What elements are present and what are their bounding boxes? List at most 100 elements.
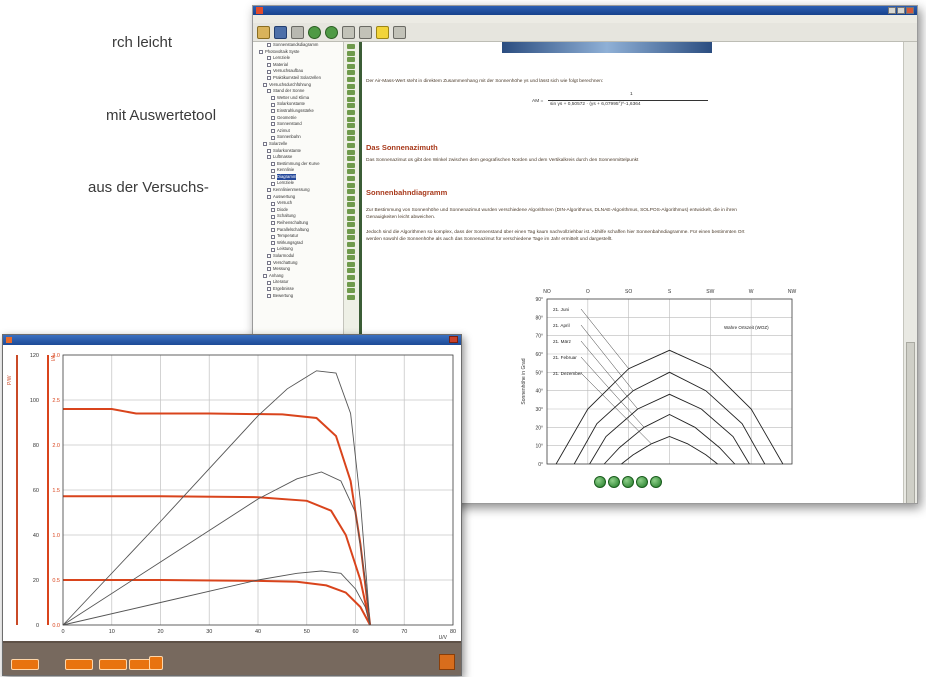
tree-node-icon[interactable]	[267, 63, 271, 68]
vertical-scrollbar[interactable]	[903, 42, 917, 503]
tree-node-icon[interactable]	[267, 280, 271, 285]
tree-item[interactable]: Solarmodul	[253, 253, 343, 260]
tree-node-icon[interactable]	[271, 214, 275, 219]
measurement-titlebar[interactable]	[3, 335, 461, 345]
tree-item[interactable]: Ergebnisse	[253, 286, 343, 293]
tree-item[interactable]: Messung	[253, 266, 343, 273]
tree-node-icon[interactable]	[263, 142, 267, 147]
tree-item[interactable]: Kennlinie	[253, 167, 343, 174]
tree-item[interactable]: Luftmasse	[253, 154, 343, 161]
tree-node-icon[interactable]	[267, 254, 271, 259]
start-button[interactable]	[149, 656, 163, 670]
tree-node-icon[interactable]	[267, 148, 271, 153]
tree-node-icon[interactable]	[271, 135, 275, 140]
tree-node-icon[interactable]	[267, 287, 271, 292]
tree-node-icon[interactable]	[267, 260, 271, 265]
tree-item[interactable]: Parallelschaltung	[253, 227, 343, 234]
tree-node-icon[interactable]	[271, 208, 275, 213]
tree-node-icon[interactable]	[271, 175, 275, 180]
open-icon[interactable]	[257, 25, 270, 39]
tree-item[interactable]: Leistung	[253, 246, 343, 253]
tree-node-icon[interactable]	[271, 129, 275, 134]
forward-icon[interactable]	[325, 25, 338, 39]
tree-item[interactable]: Kennlinienmessung	[253, 187, 343, 194]
tree-node-icon[interactable]	[271, 102, 275, 107]
tree-item[interactable]: Diagramm	[253, 173, 343, 181]
tree-node-icon[interactable]	[271, 181, 275, 186]
tree-node-icon[interactable]	[271, 96, 275, 101]
nav-first-icon[interactable]	[594, 476, 606, 488]
tree-item[interactable]: Azimut	[253, 128, 343, 135]
tree-item[interactable]: Praktikumsteil Solarzellen	[253, 75, 343, 82]
save-icon[interactable]	[274, 25, 287, 39]
tree-item[interactable]: Wirkungsgrad	[253, 240, 343, 247]
home-icon[interactable]	[342, 25, 355, 39]
window-titlebar[interactable]	[253, 6, 917, 15]
tree-item[interactable]: Versuchsdurchführung	[253, 82, 343, 89]
highlight-icon[interactable]	[376, 25, 389, 39]
mode-select[interactable]	[11, 659, 39, 670]
tree-item[interactable]: Bestimmung der Kurve	[253, 161, 343, 168]
tree-node-icon[interactable]	[263, 274, 267, 279]
tree-item[interactable]: Anhang	[253, 273, 343, 280]
tree-item[interactable]: Sonnenbahn	[253, 134, 343, 141]
minimize-icon[interactable]	[888, 7, 896, 14]
tree-item[interactable]: Sonnenstandsdiagramm	[253, 42, 343, 49]
tree-node-icon[interactable]	[271, 234, 275, 239]
tree-node-icon[interactable]	[267, 56, 271, 61]
tree-node-icon[interactable]	[271, 241, 275, 246]
tree-item[interactable]: Reihenschaltung	[253, 220, 343, 227]
tree-node-icon[interactable]	[271, 221, 275, 226]
tree-node-icon[interactable]	[267, 69, 271, 74]
close-icon[interactable]	[906, 7, 914, 14]
tree-node-icon[interactable]	[267, 89, 271, 94]
tree-node-icon[interactable]	[271, 227, 275, 232]
tree-item[interactable]: Schaltung	[253, 213, 343, 220]
tree-node-icon[interactable]	[271, 122, 275, 127]
tree-item[interactable]: Material	[253, 62, 343, 69]
tree-item[interactable]: Solarkonstante	[253, 148, 343, 155]
tree-item[interactable]: Lernziele	[253, 180, 343, 187]
tree-node-icon[interactable]	[267, 293, 271, 298]
tree-node-icon[interactable]	[267, 188, 271, 193]
tree-node-icon[interactable]	[267, 76, 271, 81]
nav-last-icon[interactable]	[650, 476, 662, 488]
tree-item[interactable]: Photovoltaik Syste	[253, 49, 343, 56]
tree-item[interactable]: Solarzelle	[253, 141, 343, 148]
settings-icon[interactable]	[393, 25, 406, 39]
tree-node-icon[interactable]	[271, 201, 275, 206]
tree-node-icon[interactable]	[267, 267, 271, 272]
tree-item[interactable]: Literatur	[253, 279, 343, 286]
tree-item[interactable]: Geometrie	[253, 115, 343, 122]
tree-item[interactable]: Versuch	[253, 200, 343, 207]
tree-item[interactable]: Auswertung	[253, 194, 343, 201]
nav-home-icon[interactable]	[622, 476, 634, 488]
maximize-icon[interactable]	[897, 7, 905, 14]
search-icon[interactable]	[359, 25, 372, 39]
tree-item[interactable]: Lernziele	[253, 55, 343, 62]
tree-item[interactable]: Temperatur	[253, 233, 343, 240]
close-icon[interactable]	[449, 336, 458, 343]
tree-item[interactable]: Versuchsaufbau	[253, 68, 343, 75]
tree-node-icon[interactable]	[271, 247, 275, 252]
tree-node-icon[interactable]	[271, 168, 275, 173]
tree-item[interactable]: Stand der Sonne	[253, 88, 343, 95]
tree-item[interactable]: Einstrahlungsstärke	[253, 108, 343, 115]
tree-node-icon[interactable]	[267, 194, 271, 199]
nav-prev-icon[interactable]	[608, 476, 620, 488]
tree-item[interactable]: Bewertung	[253, 293, 343, 300]
tree-node-icon[interactable]	[267, 43, 271, 48]
range-select[interactable]	[99, 659, 127, 670]
tree-node-icon[interactable]	[271, 161, 275, 166]
tree-item[interactable]: Verschattung	[253, 260, 343, 267]
tree-item[interactable]: Wetter und Klima	[253, 95, 343, 102]
tree-item[interactable]: Solarkonstante	[253, 101, 343, 108]
scrollbar-thumb[interactable]	[906, 342, 915, 503]
nav-next-icon[interactable]	[636, 476, 648, 488]
tree-node-icon[interactable]	[263, 82, 267, 87]
channel-select[interactable]	[65, 659, 93, 670]
tree-item[interactable]: Sonnenstand	[253, 121, 343, 128]
tree-node-icon[interactable]	[271, 115, 275, 120]
print-icon[interactable]	[291, 25, 304, 39]
tree-node-icon[interactable]	[259, 49, 263, 54]
